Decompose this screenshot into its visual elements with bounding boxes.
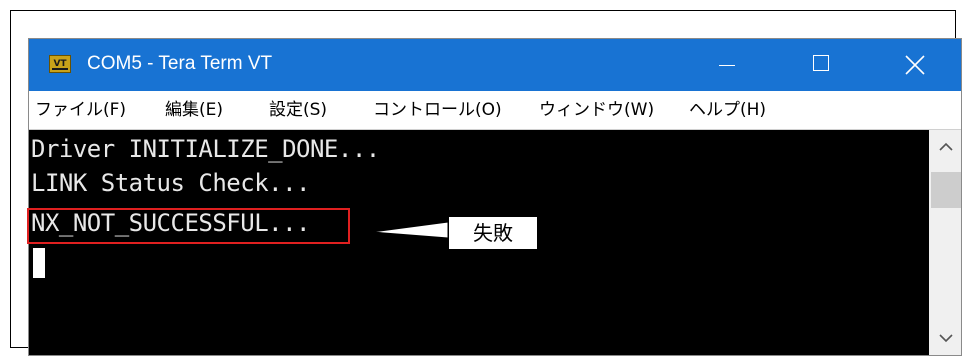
failure-callout-label: 失敗 (448, 216, 538, 250)
callout-pointer (371, 221, 449, 239)
